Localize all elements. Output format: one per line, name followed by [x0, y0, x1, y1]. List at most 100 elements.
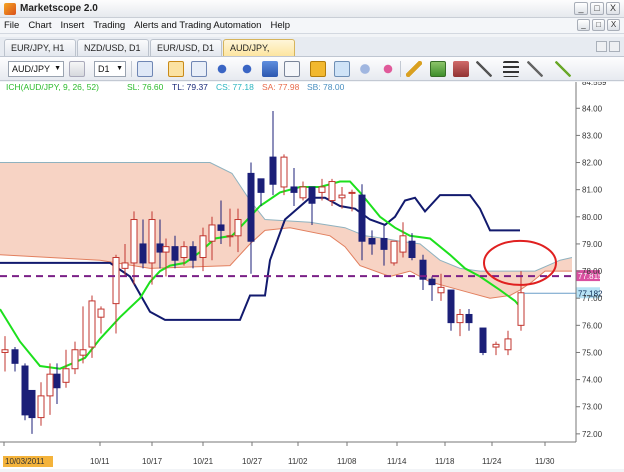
- candle-body: [148, 219, 156, 264]
- tab-nzd-usd-d1[interactable]: NZD/USD, D1: [77, 39, 149, 56]
- x-tick-label: 10/17: [142, 457, 163, 466]
- picture-icon[interactable]: [430, 61, 446, 77]
- indicator-icon[interactable]: [380, 61, 396, 77]
- tab-eur-usd-d1[interactable]: EUR/USD, D1: [150, 39, 222, 56]
- fibonacci-tool-icon[interactable]: [555, 61, 571, 77]
- candle-body: [37, 395, 45, 419]
- candle-body: [46, 373, 54, 397]
- timeframe-select[interactable]: D1 ▼: [94, 61, 126, 77]
- chart-area[interactable]: 77.815 77.182 72.00 73.00 74.00 75.00 76.00 77…: [0, 78, 624, 469]
- toolbar-divider: [400, 61, 401, 77]
- candle-body: [11, 349, 19, 364]
- candle-body: [456, 313, 464, 324]
- menu-chart[interactable]: Chart: [28, 20, 51, 31]
- y-tick-label: 80.00: [582, 213, 603, 222]
- x-tick-label: 11/08: [337, 457, 357, 466]
- close-button[interactable]: X: [606, 2, 620, 15]
- tab-label: EUR/JPY, H1: [11, 43, 65, 53]
- candle-body: [53, 373, 61, 389]
- chevron-down-icon: ▼: [54, 65, 61, 72]
- mdi-controls: _ □ X: [577, 19, 620, 31]
- mdi-minimize-button[interactable]: _: [577, 19, 590, 31]
- candle-body: [465, 313, 473, 324]
- candle-body: [171, 246, 179, 261]
- candle-body: [390, 240, 398, 264]
- tab-restore-icon[interactable]: [596, 41, 607, 52]
- window-controls: _ □ X: [574, 2, 620, 15]
- mdi-close-button[interactable]: X: [607, 19, 620, 31]
- candle-body: [290, 186, 298, 193]
- mdi-restore-button[interactable]: □: [592, 19, 605, 31]
- candle-body: [156, 243, 164, 253]
- candle-body: [447, 289, 455, 324]
- tab-aud-jpy-d1[interactable]: AUD/JPY, D1x: [223, 39, 295, 69]
- hand-icon[interactable]: [357, 61, 373, 77]
- candle-body: [348, 191, 356, 194]
- candle-body: [399, 235, 407, 253]
- zoom-in-icon[interactable]: [214, 61, 230, 77]
- app-title: Marketscope 2.0: [20, 3, 98, 14]
- pencil-icon[interactable]: [406, 61, 422, 77]
- trade-icon[interactable]: [453, 61, 469, 77]
- zoom-out-icon[interactable]: [239, 61, 255, 77]
- candle-body: [492, 343, 500, 348]
- tab-close-all-icon[interactable]: [609, 41, 620, 52]
- menu-file[interactable]: File: [4, 20, 19, 31]
- bar-chart-icon[interactable]: [191, 61, 207, 77]
- candle-body: [318, 186, 326, 193]
- tab-eur-jpy-h1[interactable]: EUR/JPY, H1: [4, 39, 76, 56]
- candle-body: [21, 365, 29, 416]
- candle-body: [130, 219, 138, 264]
- line-chart-icon[interactable]: [137, 61, 153, 77]
- indicator-legend: ICH(AUD/JPY, 9, 26, 52) SL: 76.60 TL: 79…: [6, 82, 345, 92]
- crosshair-icon[interactable]: [310, 61, 326, 77]
- y-tick-label: 84.00: [582, 104, 603, 113]
- y-tick-label: 81.00: [582, 186, 603, 195]
- candle-chart-icon[interactable]: [168, 61, 184, 77]
- y-top-label: 84.559: [582, 82, 607, 87]
- candle-body: [479, 327, 487, 353]
- candle-body: [112, 257, 120, 305]
- candle-body: [504, 338, 512, 351]
- hlines-tool-icon[interactable]: [503, 61, 519, 77]
- minimize-button[interactable]: _: [574, 2, 588, 15]
- scroll-icon[interactable]: [262, 61, 278, 77]
- candle-body: [217, 224, 225, 231]
- candle-body: [308, 186, 316, 204]
- candle-body: [97, 308, 105, 318]
- chevron-down-icon: ▼: [116, 65, 123, 72]
- y-tick-label: 78.00: [582, 267, 603, 276]
- menu-alerts[interactable]: Alerts and Trading Automation: [134, 20, 261, 31]
- timeframe-value: D1: [98, 64, 110, 74]
- x-tick-label: 11/14: [387, 457, 407, 466]
- candle-body: [380, 238, 388, 250]
- trendline-tool-icon[interactable]: [476, 61, 492, 77]
- candle-body: [28, 389, 36, 419]
- candle-body: [269, 156, 277, 185]
- symbol-select[interactable]: AUD/JPY ▼: [8, 61, 64, 77]
- chart-shift-icon[interactable]: [284, 61, 300, 77]
- ichimoku-chart[interactable]: 77.81577.182 72.0073.0074.0075.0076.0077…: [0, 78, 624, 469]
- snapshot-icon[interactable]: [334, 61, 350, 77]
- candle-body: [358, 194, 366, 242]
- maximize-button[interactable]: □: [590, 2, 604, 15]
- menu-trading[interactable]: Trading: [93, 20, 125, 31]
- legend-cs: CS: 77.18: [216, 82, 254, 92]
- menu-insert[interactable]: Insert: [61, 20, 85, 31]
- candle-body: [1, 349, 9, 353]
- y-tick-label: 73.00: [582, 403, 603, 412]
- candle-body: [180, 246, 188, 259]
- candle-body: [62, 368, 70, 383]
- candle-body: [247, 172, 255, 242]
- x-tick-label: 10/03/2011: [5, 457, 45, 466]
- x-tick-label: 10/11: [90, 457, 110, 466]
- menu-help[interactable]: Help: [270, 20, 290, 31]
- candle-body: [408, 240, 416, 259]
- candle-body: [121, 262, 129, 269]
- y-tick-label: 75.00: [582, 348, 603, 357]
- x-tick-label: 11/24: [482, 457, 502, 466]
- candle-body: [428, 278, 436, 286]
- ray-tool-icon[interactable]: [527, 61, 543, 77]
- y-axis: 72.00 73.00 74.00 75.00 76.00 77.00 78.00 79.00…: [575, 78, 607, 442]
- properties-icon[interactable]: [69, 61, 85, 77]
